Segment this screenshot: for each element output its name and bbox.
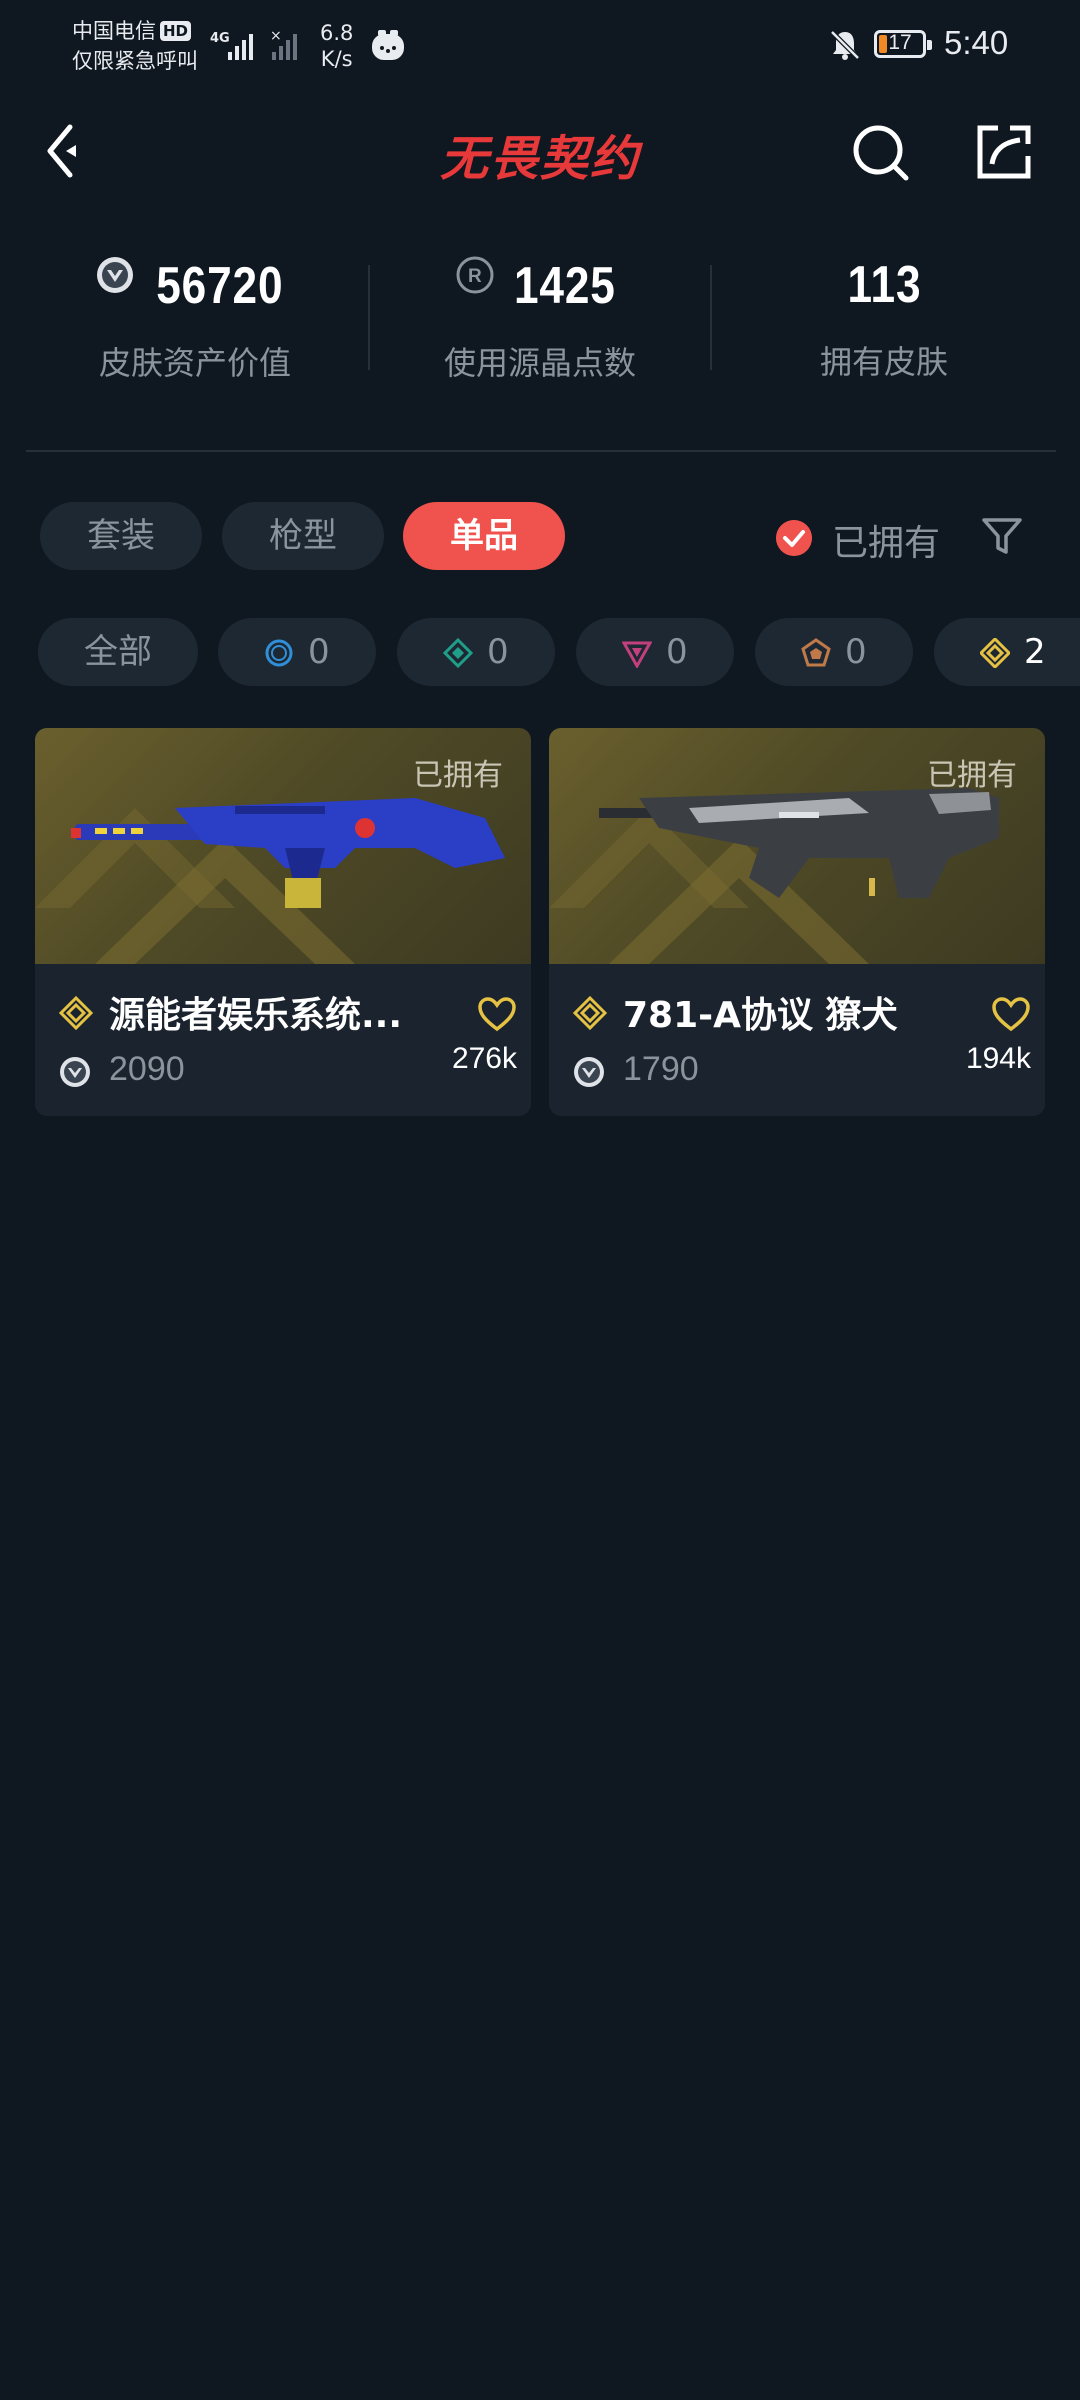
rarity-deluxe[interactable]: 0	[397, 618, 555, 686]
tab-bundle[interactable]: 套装	[40, 502, 202, 570]
share-icon	[977, 125, 1031, 179]
rarity-count: 2	[1024, 632, 1046, 672]
svg-text:×: ×	[270, 28, 282, 44]
skin-price-row: 2090 276k	[59, 1042, 519, 1098]
skin-price: 2090	[109, 1050, 185, 1088]
owned-tag: 已拥有	[927, 758, 1017, 793]
carrier-info: 中国电信 HD 仅限紧急呼叫	[72, 16, 198, 76]
carrier-name: 中国电信	[72, 19, 156, 43]
owned-filter-label: 已拥有	[832, 523, 941, 564]
valorant-point-icon	[60, 1057, 90, 1087]
filter-icon	[982, 518, 1022, 554]
rarity-select[interactable]: 0	[218, 618, 376, 686]
asset-stats: 56720 皮肤资产价值 R 1425 使用源晶点数 113 拥有皮肤	[0, 255, 1080, 405]
skin-name: 781-A协议 獠犬	[623, 995, 898, 1036]
heart-icon[interactable]	[991, 996, 1031, 1032]
skin-likes: 276k	[451, 1042, 517, 1075]
status-bar: 中国电信 HD 仅限紧急呼叫 4G × 6.8 K/s 17 5:40	[0, 0, 1080, 95]
speed-unit: K/s	[320, 47, 353, 71]
stat-owned-skins: 113 拥有皮肤	[714, 255, 1054, 383]
rarity-filter-row: 全部 0 0 0 0 2	[0, 618, 1080, 688]
stat-label: 皮肤资产价值	[98, 344, 291, 382]
stat-divider	[710, 265, 712, 370]
skin-price: 1790	[623, 1050, 699, 1088]
signal-icon: 4G ×	[210, 28, 297, 60]
valorant-point-icon	[97, 257, 134, 293]
ultra-tier-icon	[59, 996, 93, 1030]
hd-badge: HD	[160, 21, 192, 41]
rarity-count: 0	[666, 632, 688, 672]
valorant-point-icon	[574, 1057, 604, 1087]
stat-radianite: R 1425 使用源晶点数	[370, 255, 710, 384]
clock: 5:40	[944, 24, 1009, 61]
skin-likes: 194k	[965, 1042, 1031, 1075]
rarity-ultra[interactable]: 2	[934, 618, 1080, 686]
speed-value: 6.8	[320, 21, 354, 45]
skin-name-row: 源能者娱乐系统...	[59, 986, 519, 1036]
deluxe-tier-icon	[443, 638, 473, 668]
rarity-count: 0	[308, 632, 330, 672]
stat-value: 1425	[514, 257, 616, 315]
skin-card[interactable]: 已拥有 源能者娱乐系统... 2090 276k	[35, 728, 531, 1116]
skin-image: 已拥有	[35, 728, 531, 964]
heart-icon[interactable]	[477, 996, 517, 1032]
battery-icon: 17	[874, 30, 932, 58]
section-divider	[26, 450, 1056, 452]
share-button[interactable]	[972, 120, 1036, 184]
notification-app-icon	[372, 30, 404, 60]
rarity-premium[interactable]: 0	[576, 618, 734, 686]
filter-button[interactable]	[980, 514, 1024, 558]
premium-tier-icon	[622, 641, 652, 668]
app-logo: 无畏契约	[439, 131, 640, 187]
skin-name-row: 781-A协议 獠犬	[573, 986, 1033, 1036]
skin-card[interactable]: 已拥有 781-A协议 獠犬 1790 194k	[549, 728, 1045, 1116]
stat-label: 拥有皮肤	[819, 343, 948, 381]
rarity-count: 0	[845, 632, 867, 672]
ultra-tier-icon	[980, 638, 1010, 668]
emergency-text: 仅限紧急呼叫	[72, 49, 198, 73]
battery-level: 17	[888, 31, 912, 54]
rarity-all-label: 全部	[84, 632, 152, 672]
bell-muted-icon	[830, 30, 860, 60]
skin-name: 源能者娱乐系统...	[109, 995, 403, 1036]
rarity-count: 0	[487, 632, 509, 672]
ultra-tier-icon	[573, 996, 607, 1030]
stat-label: 使用源晶点数	[443, 344, 636, 382]
svg-text:R: R	[468, 266, 482, 287]
type-tabs: 套装 枪型 单品 已拥有	[0, 502, 1080, 572]
stat-value: 113	[847, 256, 921, 314]
search-icon	[853, 125, 909, 181]
tab-weapon-type[interactable]: 枪型	[222, 502, 384, 570]
net-type: 4G	[210, 31, 230, 46]
skin-price-row: 1790 194k	[573, 1042, 1033, 1098]
stat-divider	[368, 265, 370, 370]
stat-skin-value: 56720 皮肤资产价值	[25, 255, 365, 384]
tab-single-item[interactable]: 单品	[403, 502, 565, 570]
search-button[interactable]	[850, 120, 914, 184]
rarity-all[interactable]: 全部	[38, 618, 198, 686]
exclusive-tier-icon	[801, 638, 831, 667]
rarity-exclusive[interactable]: 0	[755, 618, 913, 686]
stat-value: 56720	[156, 257, 284, 315]
app-header: 无畏契约	[0, 95, 1080, 205]
select-tier-icon	[265, 639, 293, 667]
owned-tag: 已拥有	[413, 758, 503, 793]
network-speed: 6.8 K/s	[320, 20, 353, 72]
skin-image: 已拥有	[549, 728, 1045, 964]
radianite-icon: R	[456, 256, 494, 294]
checkmark-icon	[776, 520, 812, 556]
